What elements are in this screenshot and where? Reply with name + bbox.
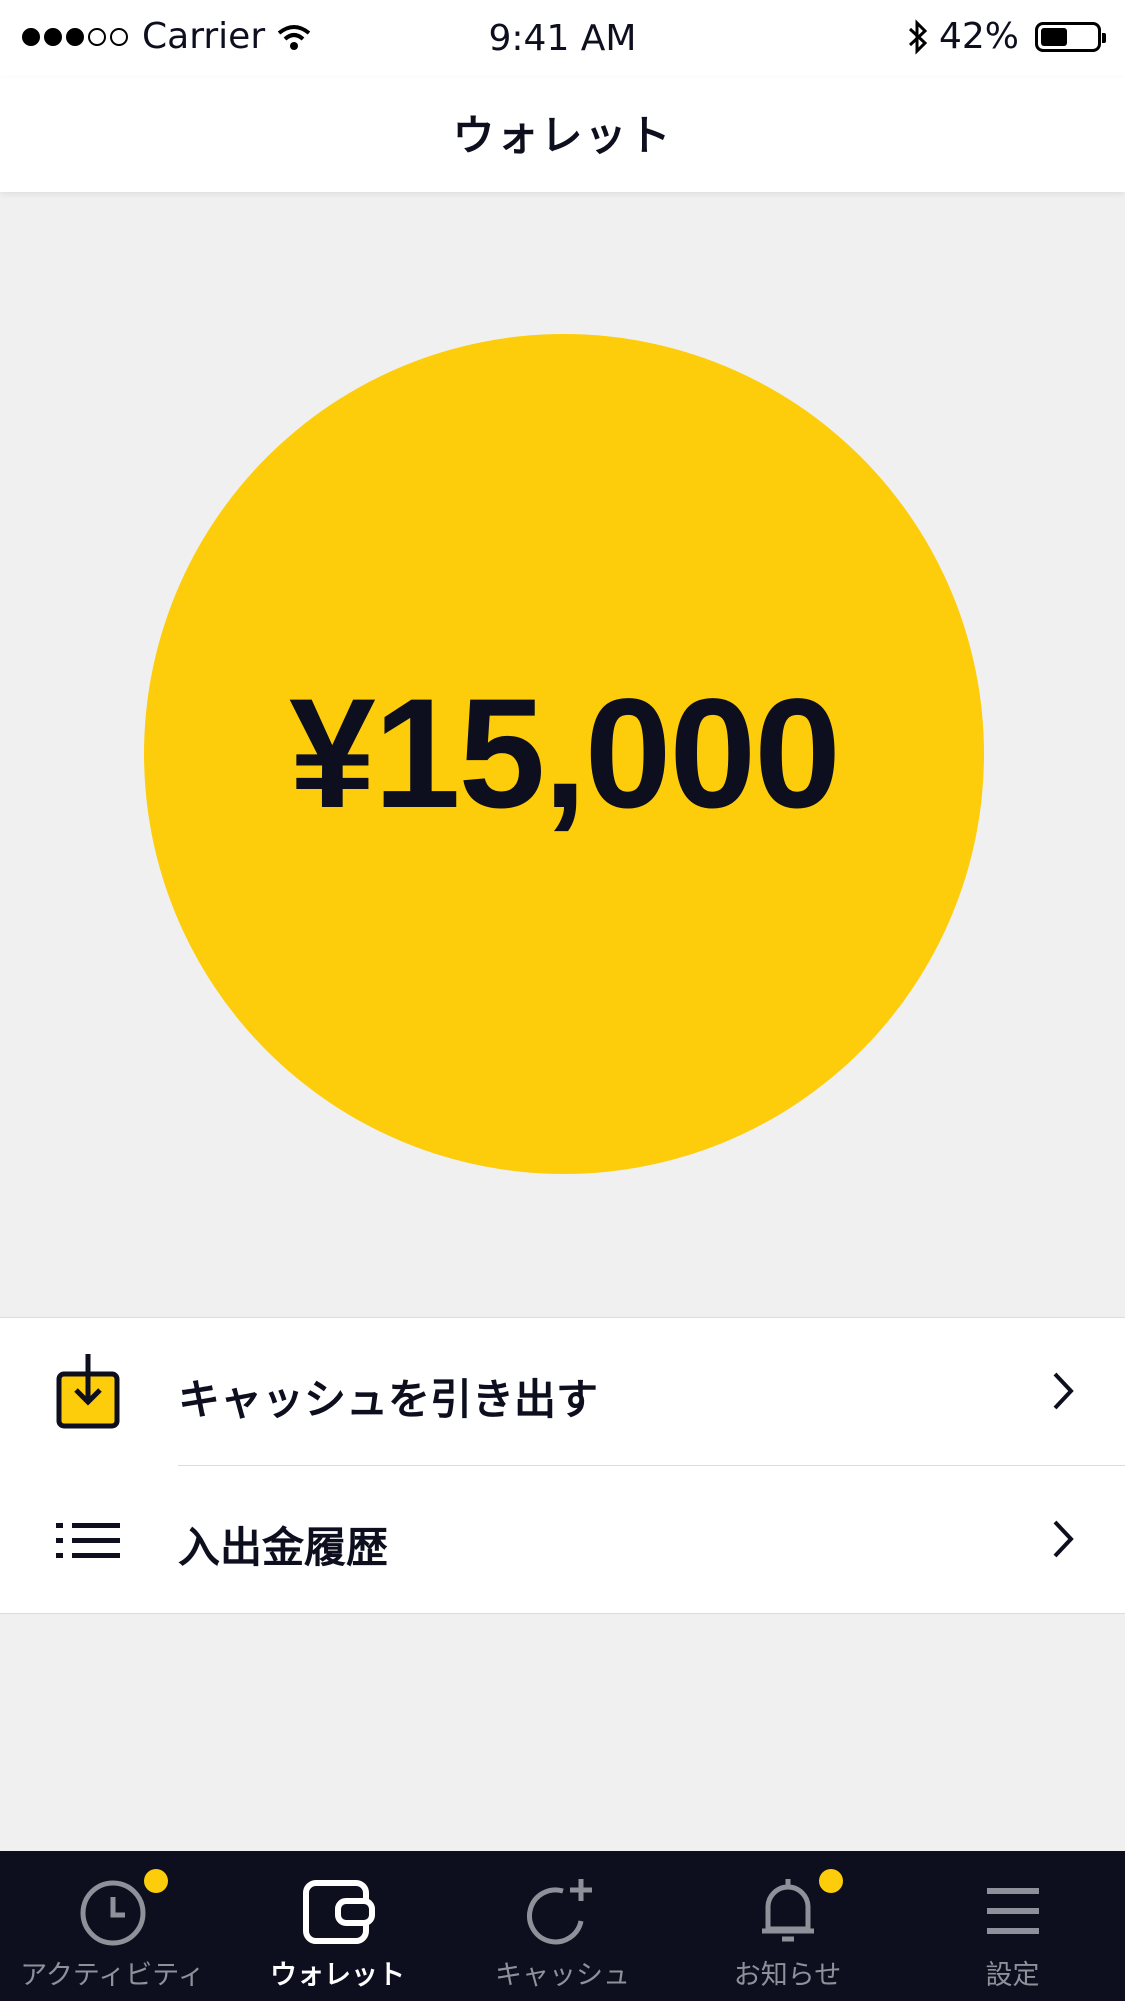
transaction-history-label: 入出金履歴 [178,1523,389,1572]
tab-settings[interactable]: 設定 [900,1851,1125,2001]
notification-badge [819,1869,843,1893]
clock-icon [80,1880,145,1946]
status-right: 42% [907,16,1106,57]
tab-bar: アクティビティ ウォレット キャッシュ お知らせ 設定 [0,1851,1125,2001]
list-icon [56,1523,120,1558]
tab-settings-label: 設定 [985,1960,1040,1991]
tab-cash-label: キャッシュ [495,1960,630,1991]
menu-icon [986,1888,1039,1934]
tab-cash[interactable]: キャッシュ [450,1851,675,2001]
chevron-right-icon [1053,1520,1074,1558]
status-bar: Carrier 9:41 AM 42% [0,0,1125,78]
bluetooth-icon [908,18,928,55]
wallet-icon [302,1880,375,1944]
tab-notifications[interactable]: お知らせ [675,1851,900,2001]
page-title: ウォレット [452,111,673,160]
wallet-menu: キャッシュを引き出す 入出金履歴 [0,1317,1125,1614]
notification-badge [144,1869,168,1893]
withdraw-cash-label: キャッシュを引き出す [178,1375,599,1424]
withdraw-cash-row[interactable]: キャッシュを引き出す [0,1318,1125,1465]
chevron-right-icon [1053,1372,1074,1410]
battery-percent: 42% [938,16,1019,57]
bell-icon [761,1879,814,1942]
battery-icon [1035,21,1106,52]
tab-wallet[interactable]: ウォレット [225,1851,450,2001]
transaction-history-row[interactable]: 入出金履歴 [0,1466,1125,1613]
download-box-icon [56,1354,120,1429]
balance-amount: ¥15,000 [289,666,841,841]
tab-activity-label: アクティビティ [20,1960,205,1991]
tab-wallet-label: ウォレット [270,1960,405,1991]
tab-notifications-label: お知らせ [733,1960,842,1991]
refresh-plus-icon [526,1879,592,1945]
balance-circle: ¥15,000 [144,334,984,1174]
tab-activity[interactable]: アクティビティ [0,1851,225,2001]
navigation-bar: ウォレット [0,78,1125,192]
